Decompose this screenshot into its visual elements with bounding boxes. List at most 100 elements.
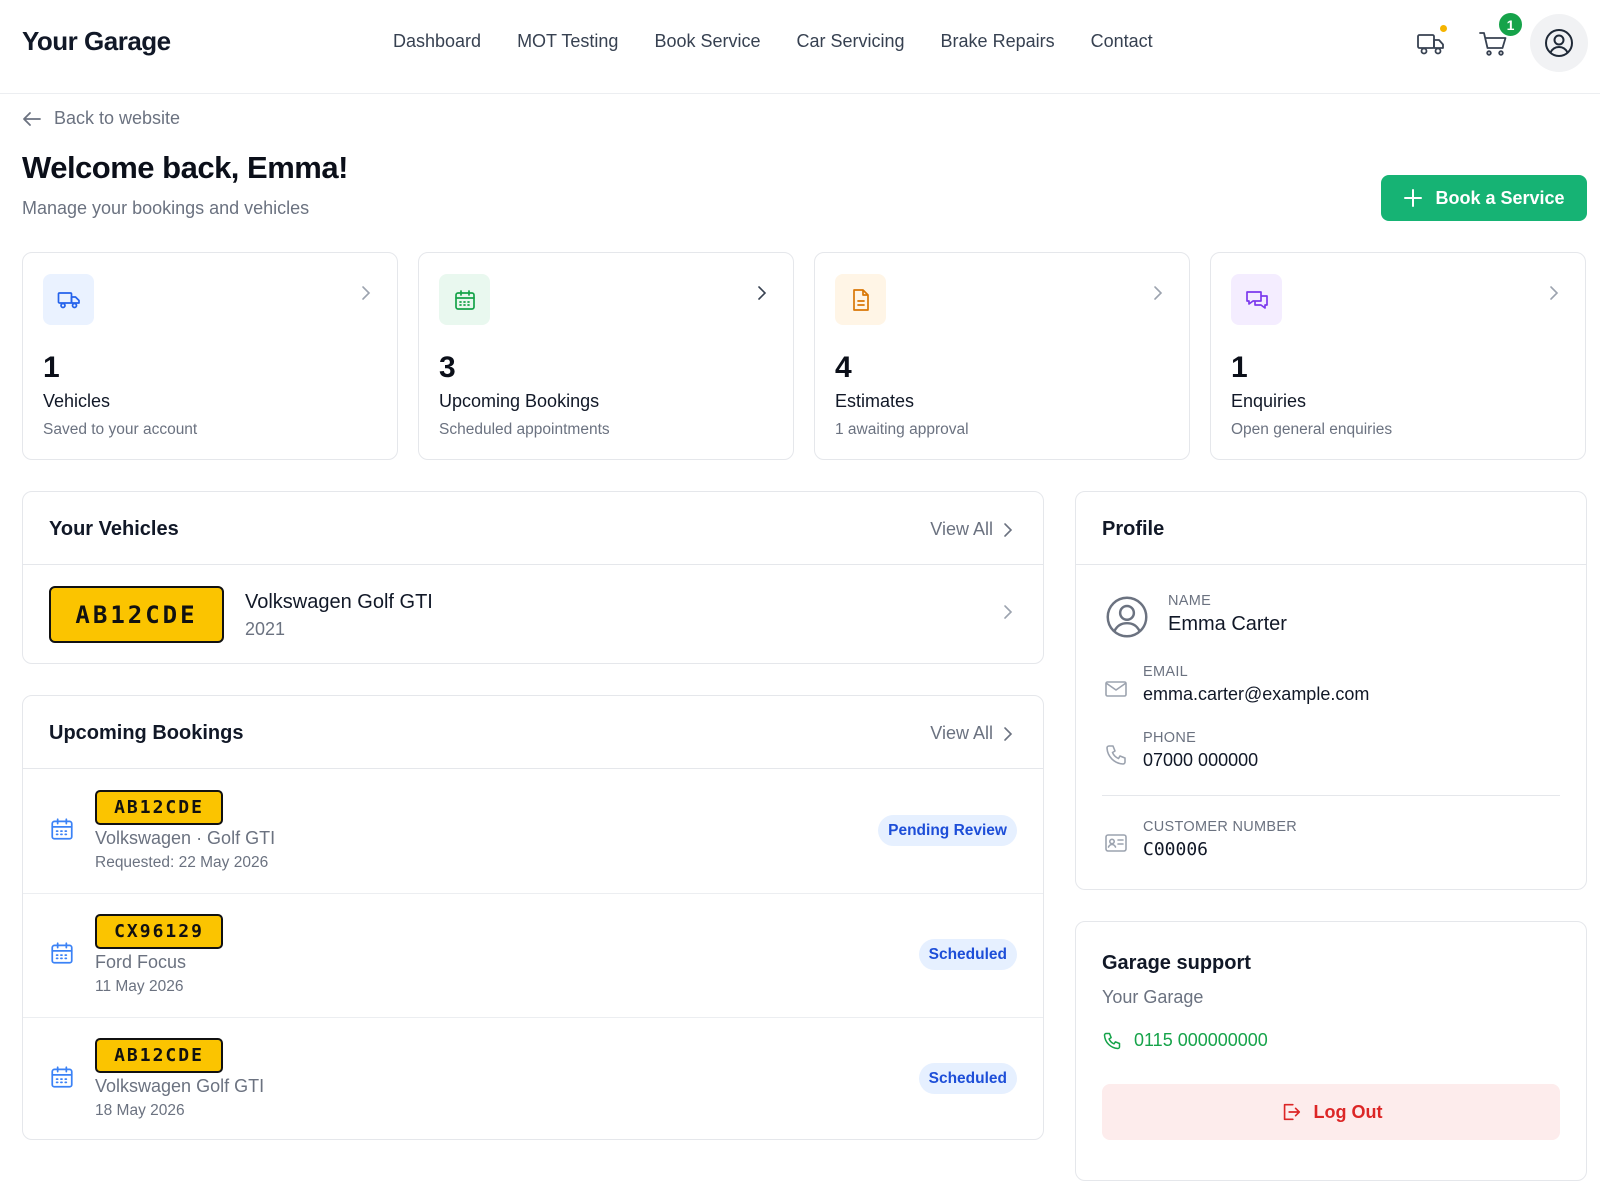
chevron-right-icon (1154, 286, 1163, 300)
plus-icon (1404, 189, 1423, 207)
profile-panel: Profile NAME Emma Carter EMAIL emma.cart… (1075, 491, 1587, 890)
phone-icon (1106, 745, 1126, 765)
main-nav: Dashboard MOT Testing Book Service Car S… (393, 31, 1189, 52)
stat-value: 3 (439, 351, 456, 384)
cart-count-badge: 1 (1497, 11, 1524, 38)
booking-row[interactable]: AB12CDE Volkswagen · Golf GTI Requested:… (23, 770, 1043, 894)
logout-icon (1283, 1103, 1300, 1121)
truck-icon (43, 274, 94, 325)
stat-label: Estimates (835, 391, 915, 411)
nav-car-servicing[interactable]: Car Servicing (797, 31, 905, 52)
notification-dot (1440, 25, 1447, 32)
booking-date: 11 May 2026 (95, 978, 184, 995)
document-icon (835, 274, 886, 325)
number-plate: AB12CDE (95, 790, 223, 825)
page-title: Welcome back, Emma! (22, 150, 348, 185)
calendar-icon (51, 818, 73, 840)
booking-vehicle: Volkswagen · Golf GTI (95, 828, 276, 848)
stat-label: Enquiries (1231, 391, 1307, 411)
chevron-right-icon (1004, 726, 1013, 741)
support-phone-number: 0115 000000000 (1134, 1030, 1268, 1050)
stat-subtext: Scheduled appointments (439, 421, 610, 438)
phone-label: PHONE (1143, 730, 1197, 746)
view-all-label: View All (930, 723, 993, 743)
user-circle-icon (1106, 596, 1148, 638)
arrow-left-icon (23, 111, 41, 126)
stat-subtext: Open general enquiries (1231, 421, 1393, 438)
booking-row[interactable]: CX96129 Ford Focus 11 May 2026 Scheduled (23, 894, 1043, 1018)
stat-card-estimates[interactable]: 4 Estimates 1 awaiting approval (814, 252, 1190, 460)
booking-vehicle: Volkswagen Golf GTI (95, 1076, 265, 1096)
calendar-icon (51, 1066, 73, 1088)
stat-card-vehicles[interactable]: 1 Vehicles Saved to your account (22, 252, 398, 460)
number-plate: CX96129 (95, 914, 223, 949)
stat-label: Upcoming Bookings (439, 391, 600, 411)
bookings-panel: Upcoming Bookings View All AB12CDE Volks… (22, 695, 1044, 1140)
stat-value: 1 (1231, 351, 1248, 384)
chevron-right-icon (1004, 605, 1013, 619)
number-plate: AB12CDE (49, 586, 224, 643)
customer-email[interactable]: emma.carter@example.com (1143, 684, 1369, 705)
mail-icon (1105, 681, 1127, 697)
customer-phone[interactable]: 07000 000000 (1143, 750, 1258, 771)
book-service-button[interactable]: Book a Service (1381, 175, 1587, 221)
status-badge: Scheduled (918, 939, 1017, 970)
stat-subtext: 1 awaiting approval (835, 421, 969, 438)
customer-name: Emma Carter (1168, 613, 1287, 635)
support-garage-name: Your Garage (1102, 987, 1204, 1007)
profile-customer-number-field: CUSTOMER NUMBER C00006 (1143, 819, 1297, 860)
vehicles-panel-header: Your Vehicles View All (23, 492, 1043, 565)
booking-row[interactable]: AB12CDE Volkswagen Golf GTI 18 May 2026 … (23, 1018, 1043, 1139)
nav-brake-repairs[interactable]: Brake Repairs (941, 31, 1055, 52)
bookings-view-all-link[interactable]: View All (930, 723, 1013, 744)
vehicle-name: Volkswagen Golf GTI (245, 591, 433, 613)
nav-contact[interactable]: Contact (1091, 31, 1153, 52)
profile-divider (1102, 795, 1560, 796)
vehicles-panel-title: Your Vehicles (49, 518, 179, 540)
customer-number: C00006 (1143, 839, 1209, 860)
profile-panel-header: Profile (1076, 492, 1586, 565)
profile-name-field: NAME Emma Carter (1168, 593, 1287, 636)
bookings-panel-title: Upcoming Bookings (49, 722, 244, 744)
email-label: EMAIL (1143, 664, 1189, 680)
calendar-icon (439, 274, 490, 325)
stat-card-enquiries[interactable]: 1 Enquiries Open general enquiries (1210, 252, 1586, 460)
chat-icon (1231, 274, 1282, 325)
bookings-panel-header: Upcoming Bookings View All (23, 696, 1043, 769)
status-badge: Scheduled (918, 1063, 1017, 1094)
chevron-right-icon (758, 286, 767, 300)
support-title: Garage support (1102, 952, 1251, 974)
id-card-icon (1105, 834, 1127, 852)
back-to-website-link[interactable]: Back to website (22, 108, 180, 129)
vehicle-year: 2021 (245, 619, 286, 639)
nav-book-service[interactable]: Book Service (654, 31, 760, 52)
booking-vehicle: Ford Focus (95, 952, 187, 972)
calendar-icon (51, 942, 73, 964)
vehicles-panel: Your Vehicles View All AB12CDE Volkswage… (22, 491, 1044, 664)
brand-logo[interactable]: Your Garage (22, 26, 171, 57)
profile-panel-title: Profile (1102, 518, 1165, 540)
logout-button[interactable]: Log Out (1102, 1084, 1560, 1140)
back-label: Back to website (54, 108, 181, 128)
support-phone-link[interactable]: 0115 000000000 (1102, 1030, 1268, 1051)
stat-value: 4 (835, 351, 852, 384)
account-avatar-button[interactable] (1530, 14, 1588, 72)
nav-mot-testing[interactable]: MOT Testing (517, 31, 618, 52)
chevron-right-icon (362, 286, 371, 300)
profile-phone-field: PHONE 07000 000000 (1143, 730, 1258, 771)
stat-label: Vehicles (43, 391, 111, 411)
nav-dashboard[interactable]: Dashboard (393, 31, 481, 52)
stat-card-upcoming-bookings[interactable]: 3 Upcoming Bookings Scheduled appointmen… (418, 252, 794, 460)
chevron-right-icon (1004, 522, 1013, 537)
status-badge: Pending Review (878, 815, 1017, 846)
page-subtitle: Manage your bookings and vehicles (22, 198, 310, 218)
phone-icon (1103, 1032, 1121, 1049)
garage-support-panel: Garage support Your Garage 0115 00000000… (1075, 921, 1587, 1181)
top-navigation-bar: Your Garage Dashboard MOT Testing Book S… (0, 0, 1600, 94)
logout-label: Log Out (1313, 1101, 1383, 1122)
vehicles-view-all-link[interactable]: View All (930, 519, 1013, 540)
book-service-label: Book a Service (1435, 187, 1565, 208)
chevron-right-icon (1550, 286, 1559, 300)
profile-email-field: EMAIL emma.carter@example.com (1143, 664, 1369, 705)
view-all-label: View All (930, 519, 993, 539)
